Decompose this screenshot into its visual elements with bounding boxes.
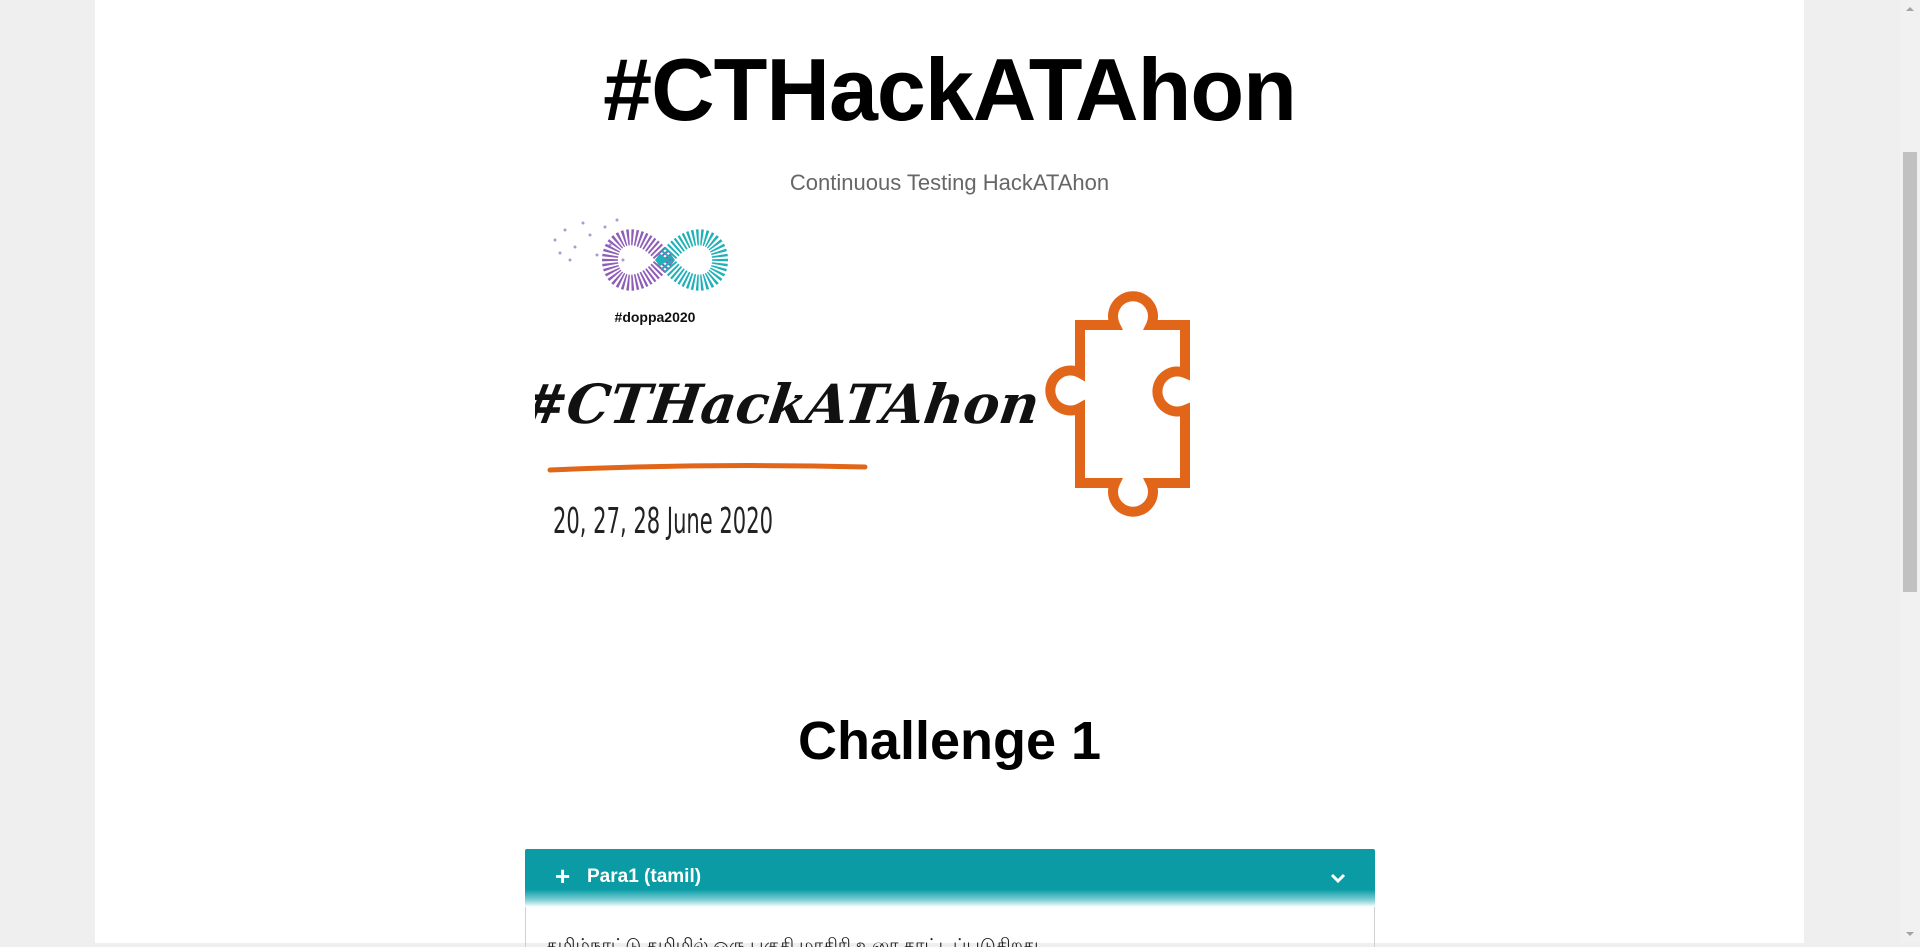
challenge-heading: Challenge 1 bbox=[797, 711, 1102, 771]
chevron-down-icon bbox=[1330, 873, 1346, 884]
page-title: #CTHackATAhon bbox=[603, 40, 1297, 139]
banner-script-title: #CTHackATAhon bbox=[535, 372, 1044, 436]
accordion-body-text: தமிழ்நாட்டு தமிழில் ஒரு பகுதி மாதிரி உரை… bbox=[546, 935, 1039, 947]
page-subtitle: Continuous Testing HackATAhon bbox=[789, 170, 1110, 195]
logo-hashtag: #doppa2020 bbox=[615, 309, 696, 325]
accordion-header-para1[interactable]: + Para1 (tamil) bbox=[525, 849, 1375, 907]
plus-icon: + bbox=[555, 861, 571, 891]
banner-dates: 20, 27, 28 June 2020 bbox=[553, 501, 773, 542]
puzzle-piece-icon bbox=[1045, 291, 1190, 517]
banner-underline bbox=[547, 463, 868, 473]
accordion-body: தமிழ்நாட்டு தமிழில் ஒரு பகுதி மாதிரி உரை… bbox=[525, 907, 1375, 947]
scroll-down-arrow-icon[interactable] bbox=[1900, 925, 1920, 943]
event-banner: #doppa2020 #CTHackATAhon 20, 27, 28 June… bbox=[535, 218, 1190, 542]
scrollbar-thumb[interactable] bbox=[1903, 152, 1917, 592]
infinity-logo-icon: #doppa2020 bbox=[553, 218, 729, 325]
page-content: #CTHackATAhon Continuous Testing HackATA… bbox=[95, 0, 1804, 947]
vertical-scrollbar[interactable] bbox=[1900, 0, 1920, 943]
accordion-label: Para1 (tamil) bbox=[587, 866, 702, 887]
scroll-up-arrow-icon[interactable] bbox=[1900, 0, 1920, 18]
